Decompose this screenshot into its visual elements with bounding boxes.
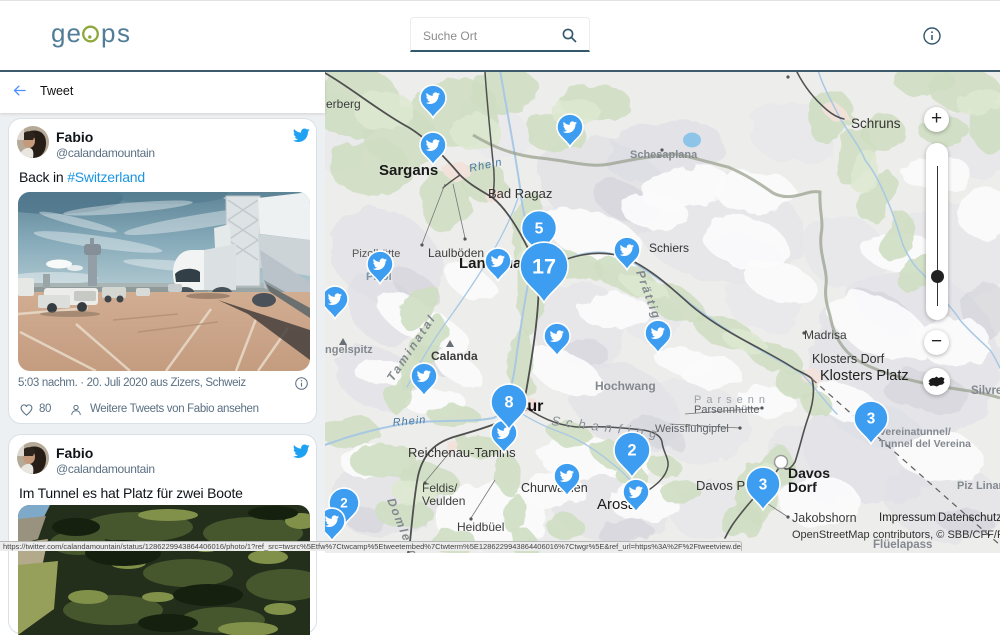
svg-text:3: 3 [867,410,876,427]
svg-text:Veulden: Veulden [422,494,465,508]
svg-text:Schesaplana: Schesaplana [630,149,698,161]
svg-text:Silvretta: Silvretta [971,385,1000,397]
svg-text:Piz Linard: Piz Linard [957,480,1000,492]
svg-text:Sargans: Sargans [379,162,438,179]
svg-text:ge: ge [51,23,82,48]
svg-text:ngelspitz: ngelspitz [325,344,373,356]
svg-text:Vereinatunnel/: Vereinatunnel/ [879,426,951,438]
svg-text:Feldis/: Feldis/ [422,481,458,495]
svg-text:Klosters Platz: Klosters Platz [820,368,909,384]
svg-text:Heidbüel: Heidbüel [457,520,504,534]
svg-text:3: 3 [759,476,768,493]
svg-text:Tunnel del Vereina: Tunnel del Vereina [879,438,971,450]
svg-text:Calanda: Calanda [431,349,478,363]
svg-text:17: 17 [532,254,556,279]
svg-text:Hochwang: Hochwang [595,379,656,393]
svg-text:Weissfluhgipfel: Weissfluhgipfel [655,423,729,435]
svg-text:2: 2 [340,496,348,511]
svg-text:▲: ▲ [655,153,662,160]
svg-text:Davos Pl: Davos Pl [696,478,748,493]
svg-text:ps: ps [101,23,131,48]
svg-text:5: 5 [535,221,544,238]
svg-text:Jakobshorn: Jakobshorn [792,511,857,525]
svg-text:Schiers: Schiers [649,241,689,255]
svg-text:Bad Ragaz: Bad Ragaz [488,186,552,201]
svg-text:Impressum: Impressum [879,512,936,524]
svg-text:Madrisa: Madrisa [804,328,847,342]
svg-text:erberg: erberg [326,97,361,111]
svg-text:Datenschutz: Datenschutz [938,512,1000,524]
svg-text:Flüelapass: Flüelapass [873,539,932,551]
svg-text:Schruns: Schruns [851,116,901,131]
svg-text:2: 2 [627,442,636,460]
svg-text:Dorf: Dorf [788,479,817,495]
svg-text:Parsennhütte: Parsennhütte [694,404,759,416]
svg-text:8: 8 [504,394,513,412]
svg-text:Klosters Dorf: Klosters Dorf [812,352,885,366]
